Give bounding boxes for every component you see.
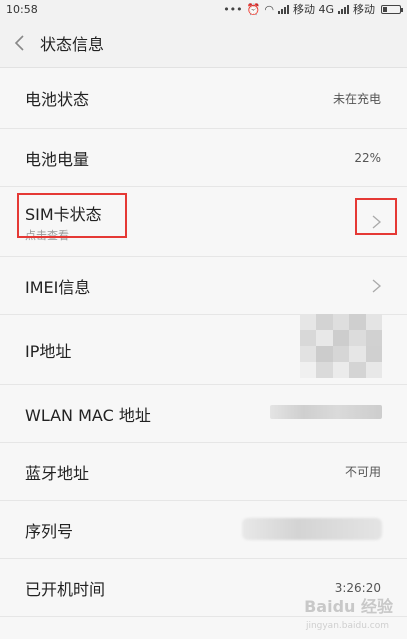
carrier-2: 移动 [353, 3, 375, 16]
watermark-text: Baidu 经验 [304, 597, 393, 616]
battery-icon [381, 4, 403, 14]
signal-icon [277, 4, 289, 14]
row-label: 序列号 [25, 521, 74, 541]
alarm-icon: ⏰ [246, 2, 261, 16]
obscured-mac-value [270, 405, 382, 419]
row-battery-level: 电池电量 22% [0, 129, 407, 187]
obscured-ip-value [300, 314, 382, 378]
carrier-1: 移动 4G [292, 3, 334, 16]
header: 状态信息 [0, 18, 407, 68]
highlight-box-sim-label [17, 193, 127, 238]
row-value: 22% [354, 150, 381, 165]
row-label: 电池状态 [25, 90, 90, 109]
baidu-watermark: Baidu 经验 [304, 593, 393, 617]
row-label: 电池电量 [25, 149, 90, 169]
status-bar: 10:58 ••• ⏰ ◠ 移动 4G 移动 [0, 0, 407, 18]
chevron-right-icon[interactable] [372, 279, 381, 293]
watermark-subtext: jingyan.baidu.com [305, 621, 389, 631]
row-label: IP地址 [25, 341, 72, 361]
page-title: 状态信息 [40, 34, 105, 54]
row-bluetooth-address: 蓝牙地址 不可用 [0, 443, 407, 501]
more-dots-icon: ••• [223, 2, 243, 16]
row-imei[interactable]: IMEI信息 [0, 257, 407, 315]
row-label: 已开机时间 [25, 579, 106, 599]
chevron-left-icon[interactable] [0, 34, 40, 51]
row-battery-status: 电池状态 未在充电 [0, 68, 407, 129]
row-value: 不可用 [344, 465, 381, 479]
status-time: 10:58 [6, 2, 38, 16]
status-icons: ••• ⏰ ◠ 移动 4G 移动 [223, 1, 403, 17]
row-label: IMEI信息 [25, 277, 91, 297]
signal-icon-2 [338, 4, 349, 14]
wifi-icon: ◠ [264, 2, 274, 16]
highlight-box-sim-chevron [355, 198, 397, 235]
row-label: 蓝牙地址 [25, 463, 90, 483]
row-value: 未在充电 [332, 91, 381, 106]
row-label: WLAN MAC 地址 [25, 405, 151, 425]
obscured-serial-value [242, 518, 382, 540]
